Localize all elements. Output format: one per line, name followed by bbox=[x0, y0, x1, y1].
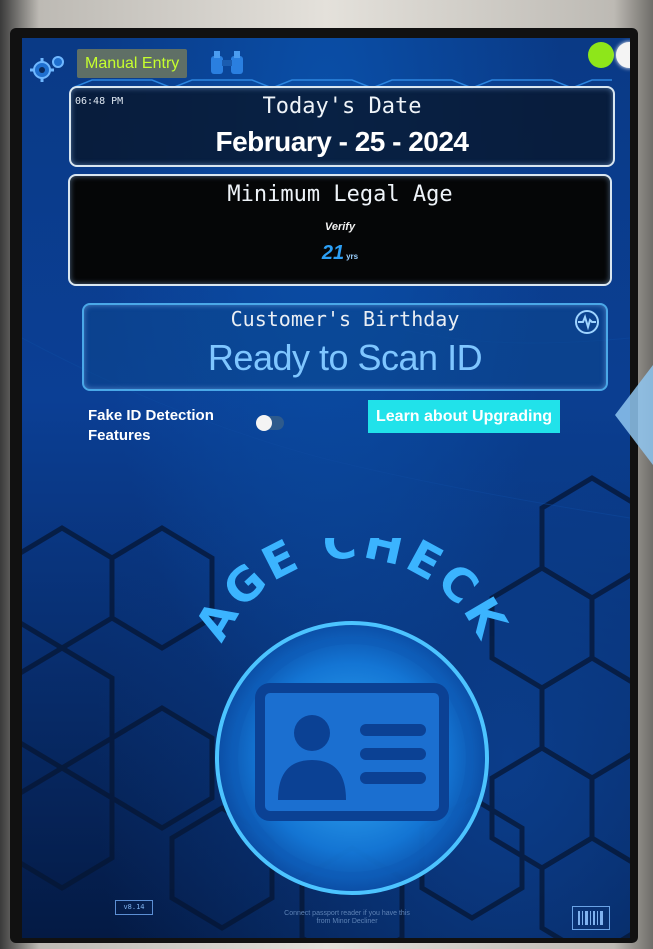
fake-id-toggle[interactable] bbox=[256, 415, 284, 431]
minimum-age-value: 21 yrs bbox=[321, 242, 359, 264]
current-date: February - 25 - 2024 bbox=[215, 126, 469, 157]
age-panel-title: Minimum Legal Age bbox=[227, 182, 453, 207]
customer-birthday-panel[interactable]: Customer's Birthday Ready to Scan ID bbox=[82, 303, 608, 391]
binoculars-icon[interactable] bbox=[207, 50, 247, 76]
app-screen: Manual Entry 06:48 PM Today's Date Febru… bbox=[22, 38, 630, 938]
toggle-knob bbox=[256, 415, 272, 431]
manual-entry-button[interactable]: Manual Entry bbox=[77, 49, 188, 78]
age-unit: yrs bbox=[346, 252, 359, 261]
pulse-icon[interactable] bbox=[574, 309, 600, 335]
scan-status: Ready to Scan ID bbox=[207, 337, 483, 378]
version-badge: v8.14 bbox=[115, 900, 153, 915]
side-arrow-icon bbox=[615, 365, 653, 465]
fake-id-detection-label: Fake ID Detection Features bbox=[88, 407, 214, 444]
status-indicator-green bbox=[588, 42, 614, 68]
learn-upgrading-button[interactable]: Learn about Upgrading bbox=[368, 400, 560, 433]
date-panel-title: Today's Date bbox=[262, 94, 422, 119]
gear-icon[interactable] bbox=[30, 54, 66, 84]
passport-reader-note: Connect passport reader if you have this… bbox=[284, 910, 410, 925]
age-check-logo: AGE CHECK bbox=[184, 538, 516, 895]
todays-date-panel: 06:48 PM Today's Date February - 25 - 20… bbox=[69, 86, 615, 167]
verify-label: Verify bbox=[324, 221, 356, 233]
barcode-icon[interactable] bbox=[572, 906, 610, 930]
birthday-panel-title: Customer's Birthday bbox=[230, 307, 460, 331]
minimum-legal-age-panel[interactable]: Minimum Legal Age Verify 21 yrs bbox=[68, 174, 612, 286]
